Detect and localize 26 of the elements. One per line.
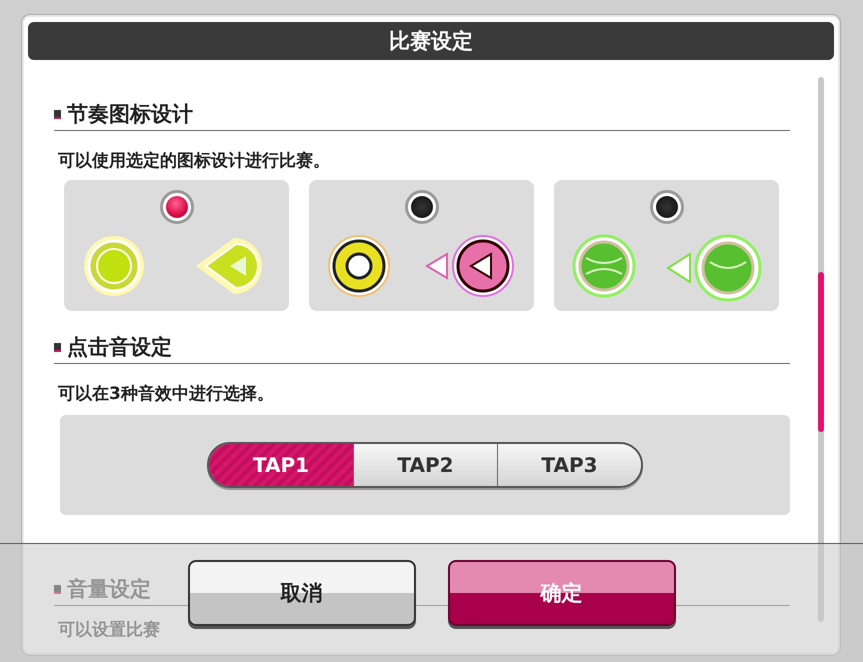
section-description: 可以在3种音效中进行选择。 <box>58 383 275 405</box>
dialog-title: 比赛设定 <box>28 22 834 60</box>
scrollbar[interactable] <box>818 77 824 622</box>
circle-note-icon <box>82 234 146 298</box>
radio-indicator[interactable] <box>160 190 194 224</box>
bullet-icon <box>54 342 61 352</box>
cancel-button[interactable]: 取消 <box>188 560 416 626</box>
confirm-button[interactable]: 确定 <box>448 560 676 626</box>
tap-sound-option[interactable]: TAP1 <box>209 444 353 486</box>
icon-design-card[interactable] <box>309 180 534 311</box>
tennis-ball-icon <box>572 234 636 298</box>
section-heading: 点击音设定 <box>67 334 172 361</box>
tap-sound-option[interactable]: TAP3 <box>497 444 641 486</box>
bullet-icon <box>54 110 61 118</box>
arrow-note-icon <box>424 234 516 298</box>
scrollbar-thumb[interactable] <box>818 272 824 432</box>
section-heading: 节奏图标设计 <box>67 101 193 128</box>
radio-indicator[interactable] <box>404 190 438 224</box>
section-description: 可以设置比赛 <box>58 620 160 640</box>
section-heading: 音量设定 <box>67 576 151 603</box>
tennis-arrow-icon <box>666 234 762 302</box>
bullet-icon <box>54 584 61 594</box>
ring-note-icon <box>326 234 390 298</box>
tap-sound-option[interactable]: TAP2 <box>353 444 497 486</box>
section-description: 可以使用选定的图标设计进行比赛。 <box>58 150 331 172</box>
radio-indicator[interactable] <box>650 190 684 224</box>
